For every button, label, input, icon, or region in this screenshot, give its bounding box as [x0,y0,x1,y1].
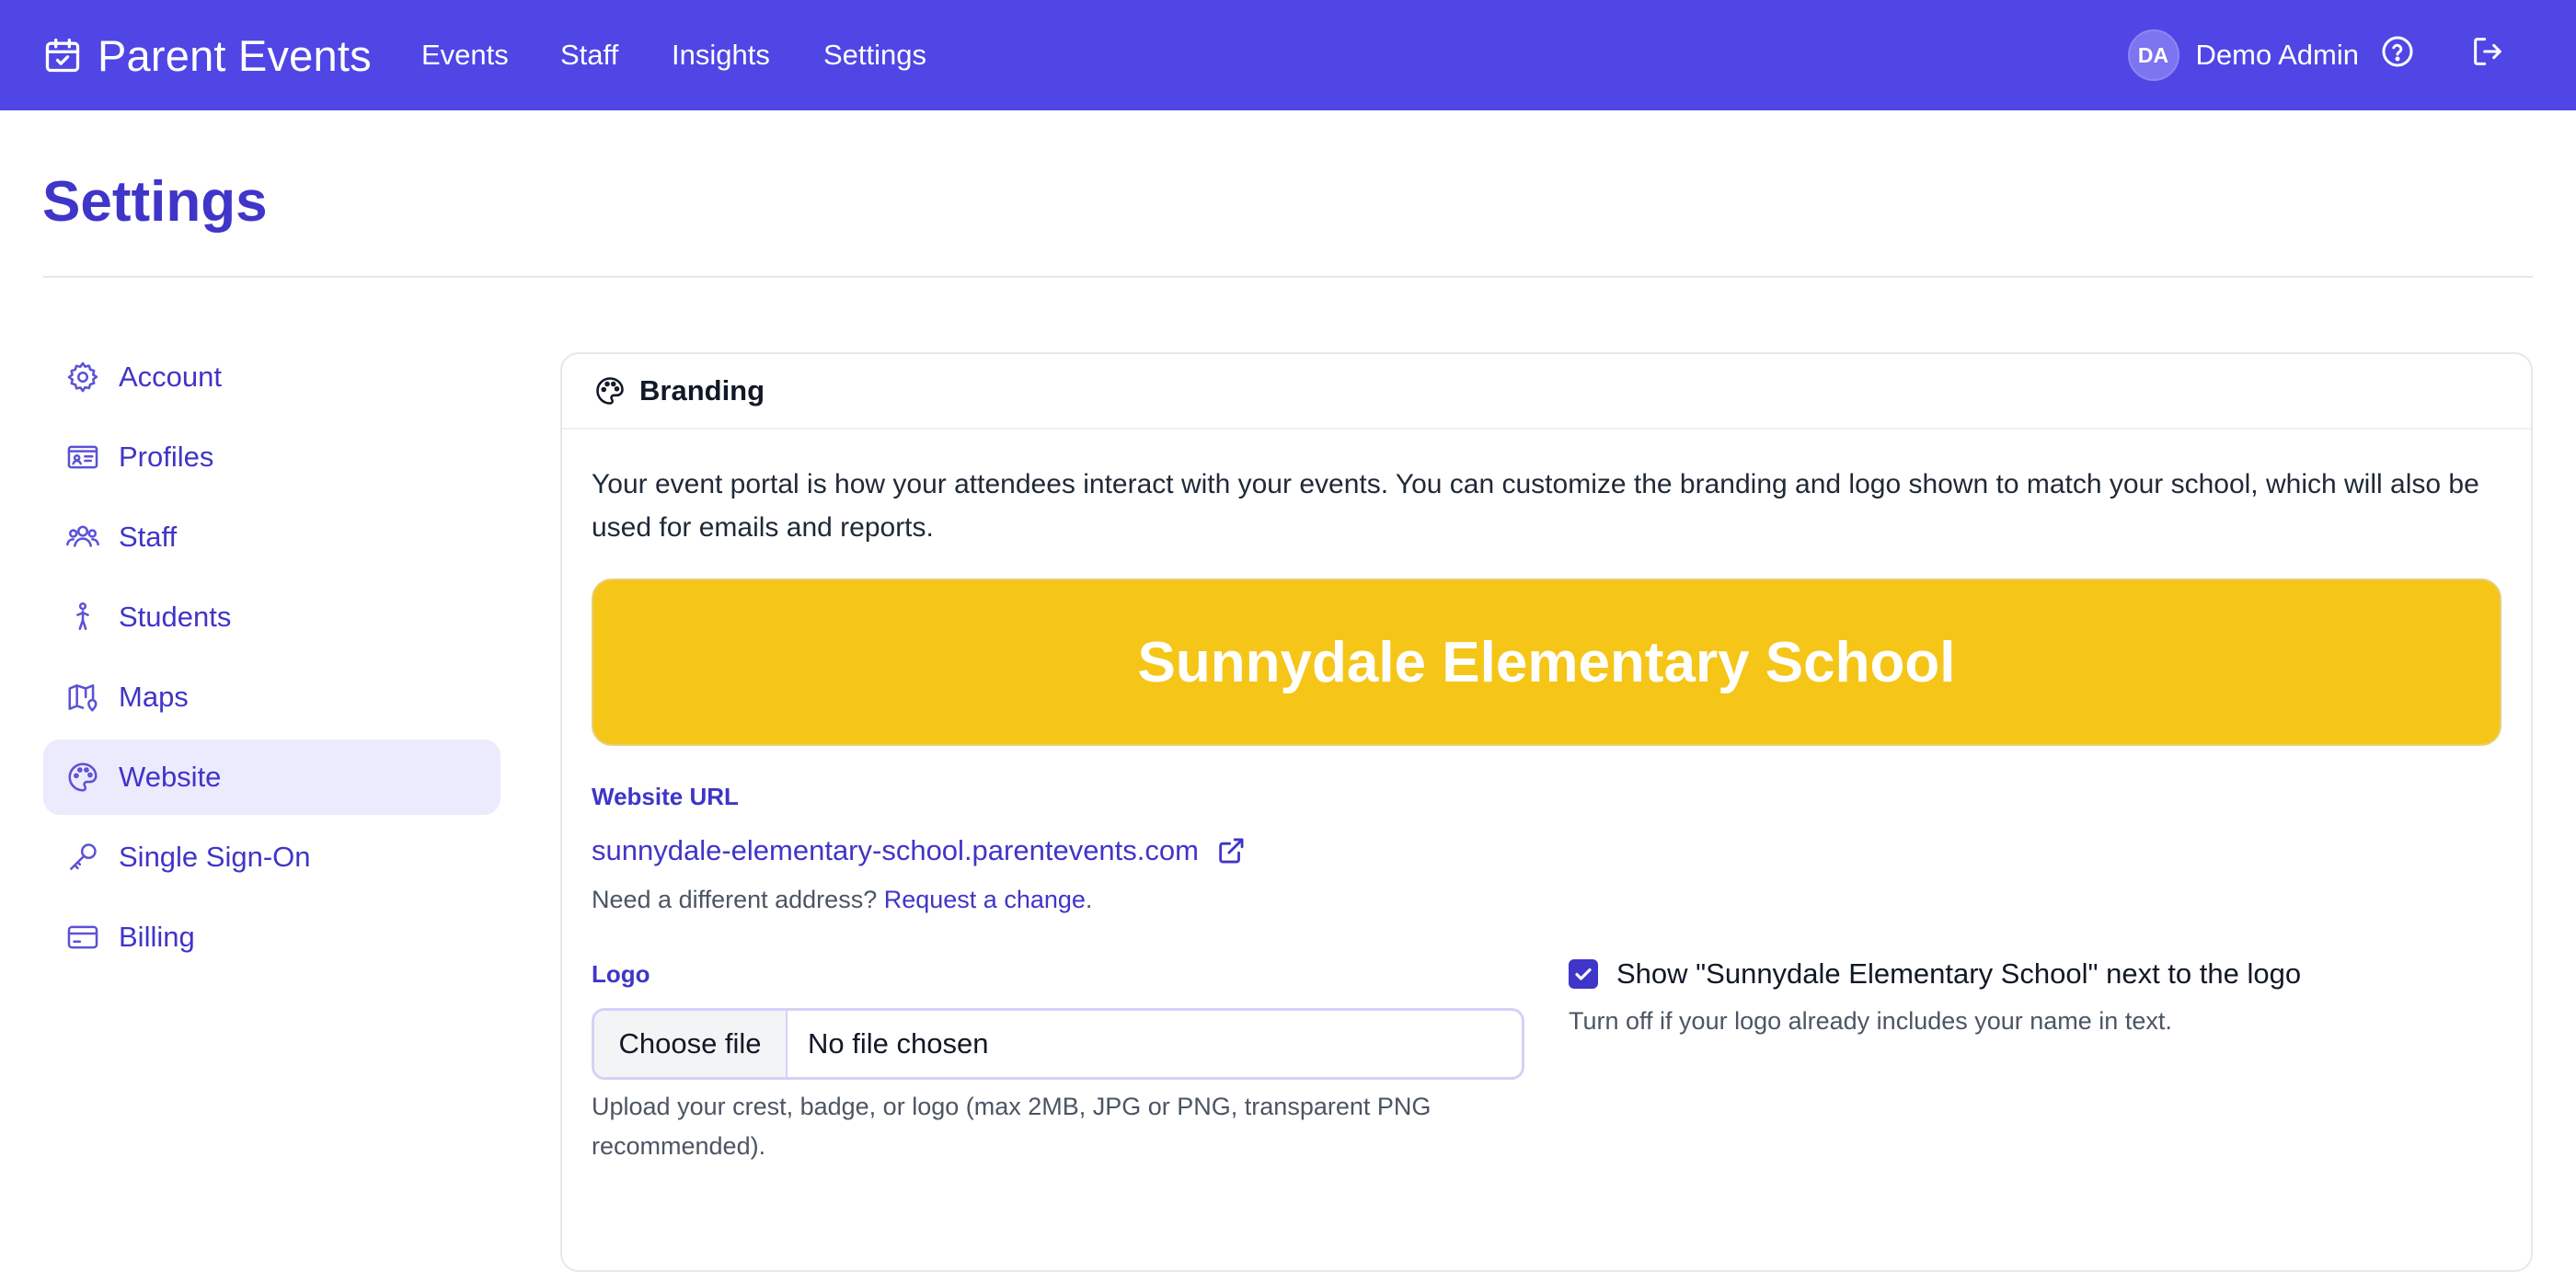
upload-help: Upload your crest, badge, or logo (max 2… [592,1093,1432,1160]
card-header: Branding [562,354,2531,430]
card-title: Branding [639,374,765,407]
address-help: Need a different address? Request a chan… [592,886,1093,913]
sidebar-item-maps[interactable]: Maps [43,659,500,735]
sidebar-item-label: Website [119,761,222,793]
branding-intro: Your event portal is how your attendees … [592,469,2479,543]
sidebar-item-staff[interactable]: Staff [43,499,500,575]
brand-logo[interactable]: Parent Events [42,29,372,81]
page-title: Settings [42,170,268,234]
nav-item-events[interactable]: Events [421,39,509,72]
banner-text: Sunnydale Elementary School [1137,630,1956,694]
id-card-icon [67,445,98,469]
child-icon [76,602,89,630]
different-address-text: Need a different address? [592,886,878,913]
avatar: DA [2127,29,2179,81]
show-name-label: Show "Sunnydale Elementary School" next … [1616,957,2302,990]
calendar-check-icon [45,38,80,73]
branding-card: Branding Your event portal is how your a… [560,352,2533,1272]
users-icon [66,525,99,547]
nav-item-settings[interactable]: Settings [823,39,926,72]
top-navbar: Parent Events Events Staff Insights Sett… [0,0,2576,110]
sidebar-item-label: Staff [119,521,178,553]
nav-item-staff[interactable]: Staff [560,39,618,72]
settings-sidebar: Account Profiles Staff Students Maps Web… [43,339,500,980]
user-menu[interactable]: DA Demo Admin [2127,28,2359,83]
header-divider [43,276,2533,278]
website-url-label: Website URL [592,783,739,810]
credit-card-icon [67,925,98,949]
map-pin-icon [68,684,98,712]
sidebar-item-label: Students [119,601,232,633]
file-status: No file chosen [808,1027,989,1060]
sidebar-item-label: Maps [119,681,189,713]
show-name-option[interactable]: Show "Sunnydale Elementary School" next … [1569,957,2301,991]
website-url-link[interactable]: sunnydale-elementary-school.parentevents… [592,834,1199,867]
sidebar-item-website[interactable]: Website [43,739,500,815]
user-name: Demo Admin [2195,39,2359,71]
logo-label: Logo [592,960,650,988]
show-name-checkbox[interactable] [1569,959,1598,989]
palette-icon [596,377,624,405]
sidebar-item-label: Single Sign-On [119,841,311,873]
sidebar-item-single-sign-on[interactable]: Single Sign-On [43,819,500,895]
sidebar-item-billing[interactable]: Billing [43,900,500,975]
choose-file-button[interactable]: Choose file [594,1011,788,1077]
sidebar-item-students[interactable]: Students [43,579,500,655]
sidebar-item-account[interactable]: Account [43,339,500,415]
sidebar-item-profiles[interactable]: Profiles [43,419,500,495]
website-url-row: sunnydale-elementary-school.parentevents… [592,834,1247,867]
logout-icon[interactable] [2469,33,2506,70]
brand-name: Parent Events [98,30,372,80]
sidebar-item-label: Profiles [119,441,214,473]
school-banner-preview: Sunnydale Elementary School [592,579,2501,746]
checkmark-icon [1575,968,1592,980]
sidebar-item-label: Account [119,361,223,393]
help-icon[interactable] [2379,33,2416,70]
palette-icon [68,762,98,792]
key-icon [70,843,97,870]
request-change-link[interactable]: Request a change [884,886,1086,913]
show-name-help: Turn off if your logo already includes y… [1569,1007,2172,1035]
nav-item-insights[interactable]: Insights [672,39,770,72]
logo-file-input[interactable]: Choose file No file chosen [592,1008,1524,1080]
gear-icon [67,361,98,393]
sidebar-item-label: Billing [119,921,195,953]
external-link-icon[interactable] [1215,835,1247,866]
